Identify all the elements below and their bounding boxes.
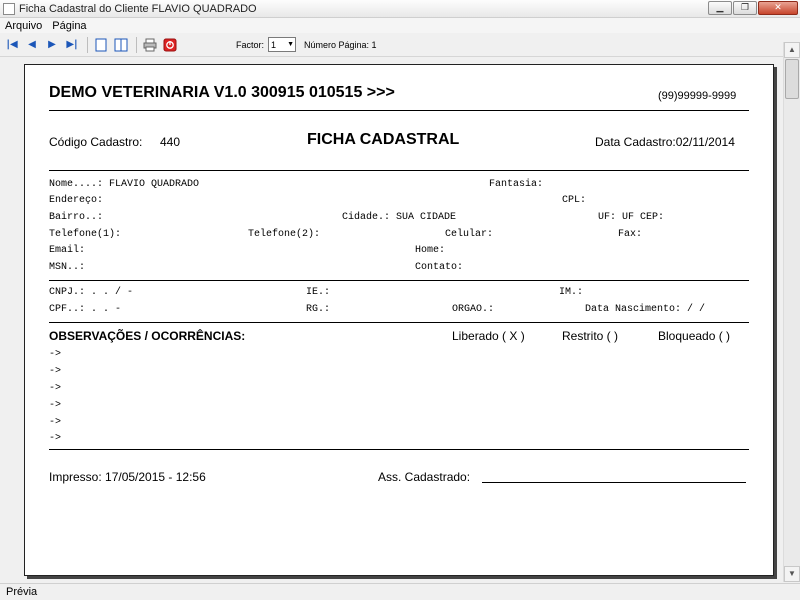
field-telefone-2: Telefone(2): xyxy=(248,229,321,240)
field-cnpj: CNPJ.: . . / - xyxy=(49,287,134,298)
status-bloqueado: Bloqueado ( ) xyxy=(658,329,731,343)
field-rg: RG.: xyxy=(306,304,331,315)
status-liberado: Liberado ( X ) xyxy=(452,329,525,343)
vertical-scrollbar[interactable]: ▲ ▼ xyxy=(783,42,800,582)
company-phone: (99)99999-9999 xyxy=(658,90,737,102)
first-page-icon[interactable]: |◀ xyxy=(3,36,21,54)
impresso-date: Impresso: 17/05/2015 - 12:56 xyxy=(49,470,206,484)
divider xyxy=(49,170,749,171)
page-number-label: Número Página: 1 xyxy=(304,39,377,50)
field-email: Email: xyxy=(49,245,86,256)
field-celular: Celular: xyxy=(445,229,494,240)
scroll-thumb[interactable] xyxy=(785,59,799,99)
status-restrito: Restrito ( ) xyxy=(562,329,619,343)
two-pages-icon[interactable] xyxy=(112,36,130,54)
status-bar: Prévia xyxy=(0,583,800,600)
scroll-down-icon[interactable]: ▼ xyxy=(784,566,800,582)
field-cpf: CPF..: . . - xyxy=(49,304,122,315)
field-fantasia: Fantasia: xyxy=(489,179,544,190)
field-ie: IE.: xyxy=(306,287,331,298)
toolbar-separator xyxy=(87,36,88,53)
exit-icon[interactable] xyxy=(161,36,179,54)
assinatura-label: Ass. Cadastrado: xyxy=(378,470,471,484)
minimize-icon[interactable]: ▁ xyxy=(708,1,732,15)
print-icon[interactable] xyxy=(141,36,159,54)
field-im: IM.: xyxy=(559,287,584,298)
report-title: FICHA CADASTRAL xyxy=(307,131,460,148)
window-title: Ficha Cadastral do Cliente FLAVIO QUADRA… xyxy=(19,2,257,15)
status-text: Prévia xyxy=(6,586,38,598)
field-contato: Contato: xyxy=(415,262,464,273)
scroll-up-icon[interactable]: ▲ xyxy=(784,42,800,58)
divider xyxy=(49,110,749,111)
next-page-icon[interactable]: ▶ xyxy=(43,36,61,54)
menu-bar: Arquivo Página xyxy=(0,18,800,33)
obs-line: -> xyxy=(49,400,62,411)
field-msn: MSN..: xyxy=(49,262,86,273)
codigo-cadastro-label: Código Cadastro: xyxy=(49,135,143,149)
obs-line: -> xyxy=(49,383,62,394)
field-cpl: CPL: xyxy=(562,195,587,206)
chevron-down-icon: ▼ xyxy=(287,41,295,48)
factor-value: 1 xyxy=(271,39,277,50)
divider xyxy=(49,322,749,323)
obs-line: -> xyxy=(49,366,62,377)
company-name: DEMO VETERINARIA V1.0 300915 010515 >>> xyxy=(49,84,395,101)
previous-page-icon[interactable]: ◀ xyxy=(23,36,41,54)
field-fax: Fax: xyxy=(618,229,643,240)
field-telefone-1: Telefone(1): xyxy=(49,229,122,240)
obs-line: -> xyxy=(49,433,62,444)
field-uf-cep: UF: UF CEP: xyxy=(598,212,665,223)
signature-line xyxy=(482,482,746,483)
obs-line: -> xyxy=(49,417,62,428)
field-nome: Nome....: FLAVIO QUADRADO xyxy=(49,179,200,190)
window-controls: ▁ ❐ ✕ xyxy=(708,1,798,15)
factor-select[interactable]: 1 ▼ xyxy=(268,37,297,52)
field-data-nascimento: Data Nascimento: / / xyxy=(585,304,706,315)
divider xyxy=(49,280,749,281)
last-page-icon[interactable]: ▶| xyxy=(63,36,81,54)
field-bairro: Bairro..: xyxy=(49,212,104,223)
menu-item-arquivo[interactable]: Arquivo xyxy=(0,20,47,32)
field-orgao: ORGAO.: xyxy=(452,304,495,315)
menu-item-pagina[interactable]: Página xyxy=(47,20,91,32)
title-bar: Ficha Cadastral do Cliente FLAVIO QUADRA… xyxy=(0,0,800,18)
field-cidade: Cidade.: SUA CIDADE xyxy=(342,212,457,223)
toolbar-separator xyxy=(136,36,137,53)
maximize-icon[interactable]: ❐ xyxy=(733,1,757,15)
field-home: Home: xyxy=(415,245,446,256)
codigo-cadastro-value: 440 xyxy=(160,135,181,149)
single-page-icon[interactable] xyxy=(92,36,110,54)
obs-line: -> xyxy=(49,349,62,360)
data-cadastro: Data Cadastro:02/11/2014 xyxy=(595,135,735,149)
toolbar: |◀ ◀ ▶ ▶| Factor: 1 ▼ Número Página: 1 xyxy=(0,33,800,57)
app-icon xyxy=(3,2,15,15)
report-page: DEMO VETERINARIA V1.0 300915 010515 >>> … xyxy=(24,64,774,576)
factor-label: Factor: xyxy=(236,39,265,50)
observacoes-title: OBSERVAÇÕES / OCORRÊNCIAS: xyxy=(49,329,246,343)
close-icon[interactable]: ✕ xyxy=(758,1,798,15)
field-endereco: Endereço: xyxy=(49,195,104,206)
divider xyxy=(49,449,749,450)
